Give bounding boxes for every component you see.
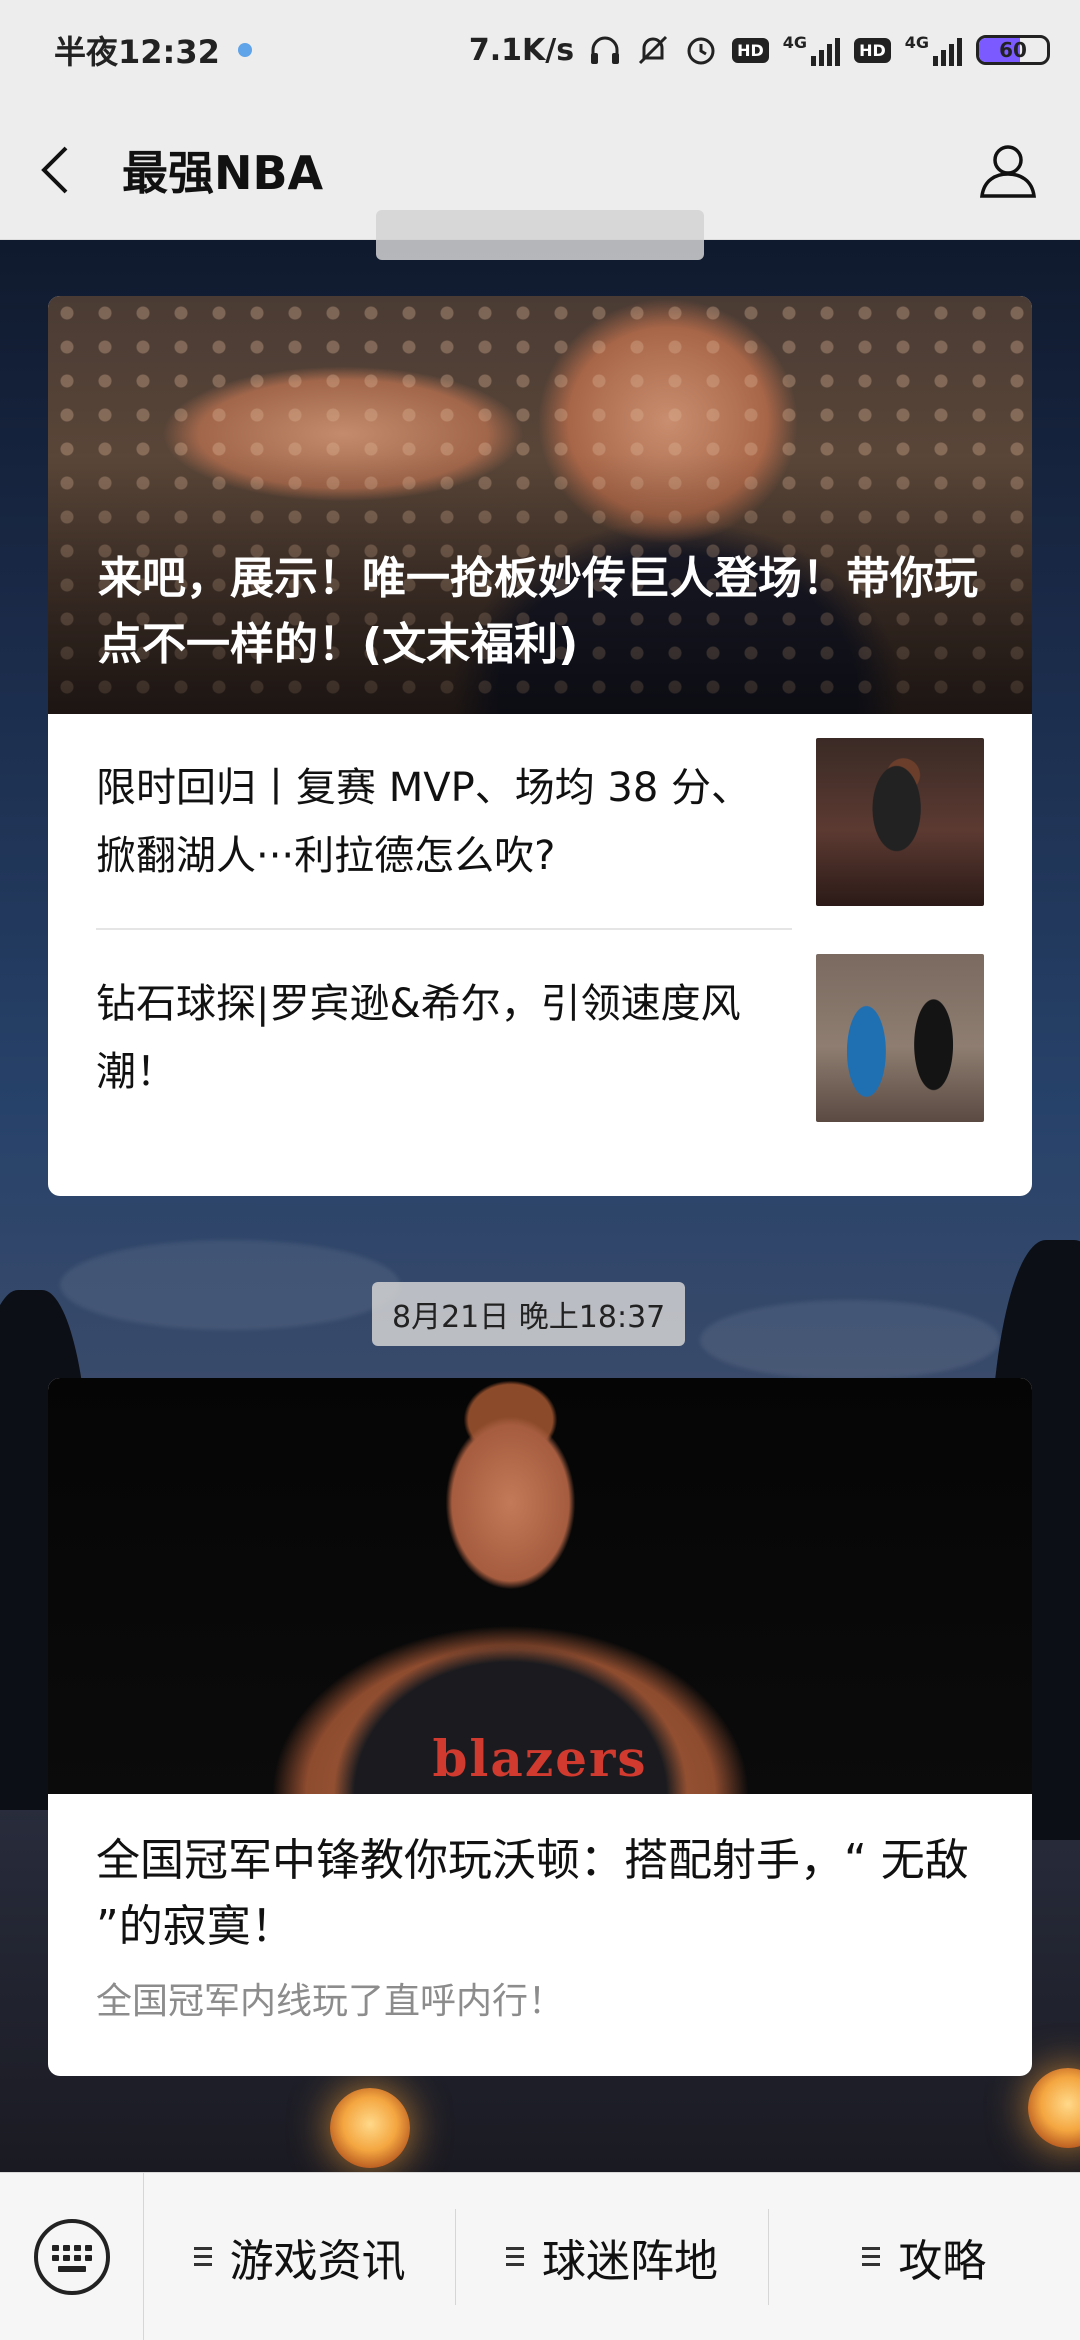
bottom-menu: 游戏资讯 球迷阵地 攻略 (0, 2172, 1080, 2340)
keyboard-toggle-button[interactable] (0, 2173, 144, 2340)
notification-dot-icon (237, 43, 252, 57)
mute-bell-icon (639, 35, 668, 65)
menu-list-icon (862, 2247, 881, 2266)
battery-level: 60 (999, 38, 1027, 62)
keyboard-icon (33, 2218, 110, 2295)
signal-icon-2 (933, 34, 962, 66)
battery-icon: 60 (976, 35, 1050, 65)
menu-item-label: 球迷阵地 (541, 2235, 718, 2287)
net-type-label: 4G (782, 32, 808, 52)
back-button[interactable] (40, 140, 80, 200)
menu-item-label: 游戏资讯 (229, 2235, 406, 2287)
sub-article-1[interactable]: 限时回归丨复赛 MVP、场均 38 分、掀翻湖人···利拉德怎么吹? (48, 714, 1032, 930)
hd-badge-2: HD (854, 37, 891, 63)
signal-icon (811, 34, 841, 66)
main-article-1[interactable]: 来吧，展示！唯一抢板妙传巨人登场！带你玩点不一样的！(文末福利) (48, 296, 1032, 714)
net-type-label-2: 4G (904, 32, 929, 52)
article-card-1: 来吧，展示！唯一抢板妙传巨人登场！带你玩点不一样的！(文末福利) 限时回归丨复赛… (48, 296, 1032, 1196)
menu-item-guides[interactable]: 攻略 (769, 2209, 1080, 2305)
status-time: 半夜12:32 (54, 33, 220, 71)
sub-article-thumbnail (816, 738, 984, 906)
user-icon (980, 144, 1036, 198)
menu-item-game-news[interactable]: 游戏资讯 (144, 2208, 457, 2305)
sub-article-thumbnail (816, 954, 984, 1122)
status-bar: 半夜12:32 7.1K/s HD 4G HD 4G 60 (0, 0, 1080, 100)
sub-article-title: 钻石球探|罗宾逊&希尔，引领速度风潮！ (96, 981, 741, 1095)
main-article-title: 来吧，展示！唯一抢板妙传巨人登场！带你玩点不一样的！(文末福利) (98, 553, 978, 670)
timestamp-chip-1 (376, 210, 704, 260)
profile-button[interactable] (976, 138, 1040, 202)
menu-item-label: 攻略 (898, 2235, 987, 2287)
menu-item-fan-zone[interactable]: 球迷阵地 (456, 2208, 769, 2305)
article-description: 全国冠军内线玩了直呼内行！ (96, 1981, 565, 2022)
sub-article-title: 限时回归丨复赛 MVP、场均 38 分、掀翻湖人···利拉德怎么吹? (96, 765, 752, 879)
article-card-2[interactable]: blazers 全国冠军中锋教你玩沃顿：搭配射手，“ 无敌 ”的寂寞！ 全国冠军… (48, 1378, 1032, 2076)
alarm-icon (687, 37, 715, 65)
sub-article-2[interactable]: 钻石球探|罗宾逊&希尔，引领速度风潮！ (48, 930, 1032, 1146)
article-title: 全国冠军中锋教你玩沃顿：搭配射手，“ 无敌 ”的寂寞！ (96, 1835, 969, 1952)
timestamp-chip-2: 8月21日 晚上18:37 (372, 1282, 686, 1346)
menu-list-icon (193, 2247, 212, 2266)
hd-badge: HD (732, 37, 769, 63)
network-speed: 7.1K/s (468, 32, 575, 68)
hero-image: blazers (48, 1378, 1032, 1794)
menu-list-icon (505, 2247, 524, 2266)
page-title: 最强NBA (122, 145, 324, 200)
headset-icon (591, 36, 620, 64)
jersey-text: blazers (432, 1729, 648, 1788)
chevron-left-icon (41, 146, 68, 193)
